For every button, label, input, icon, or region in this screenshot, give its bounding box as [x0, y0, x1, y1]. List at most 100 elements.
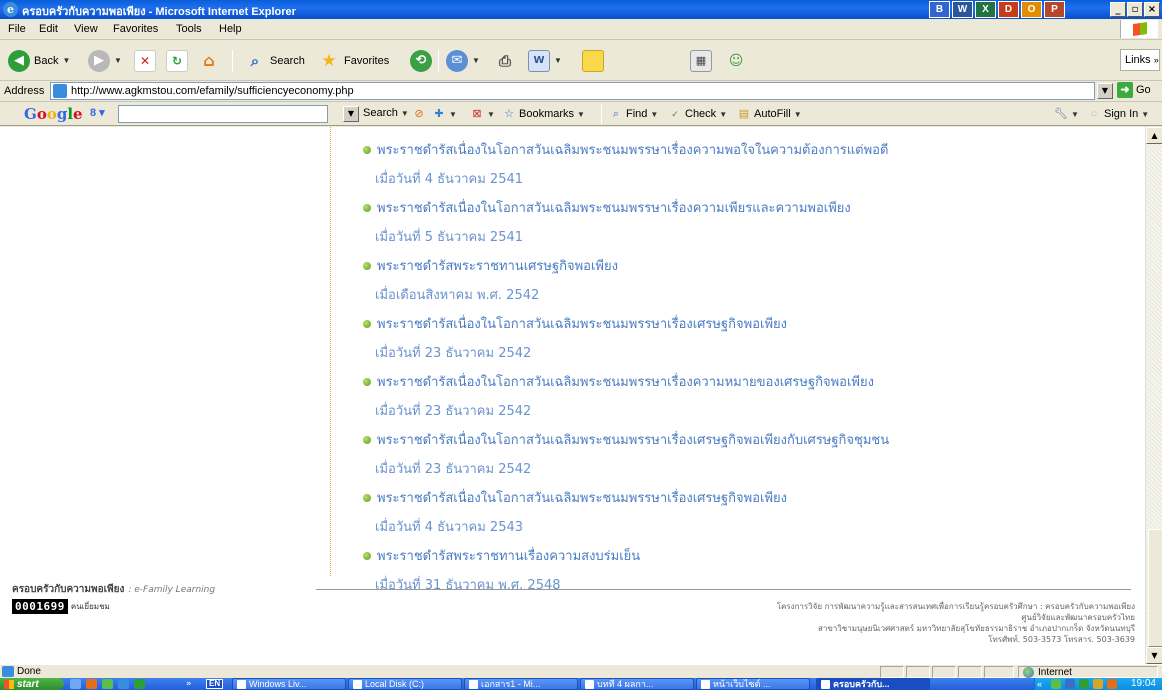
forward-button[interactable]: ▶ ▼	[88, 48, 122, 73]
tool-tray-icon[interactable]	[1093, 679, 1103, 689]
chevron-right-icon[interactable]: »	[186, 678, 192, 690]
speech-link-text[interactable]: พระราชดำรัสเนื่องในโอกาสวันเฉลิมพระชนมพร…	[377, 313, 787, 334]
find-button[interactable]: ⌕ Find ▼	[609, 107, 658, 121]
network-tray-icon[interactable]	[1065, 679, 1075, 689]
news-button[interactable]: ✚ ▼	[432, 107, 457, 121]
speech-link[interactable]: พระราชดำรัสเนื่องในโอกาสวันเฉลิมพระชนมพร…	[363, 309, 1133, 338]
scroll-thumb[interactable]	[1148, 529, 1162, 647]
print-button[interactable]: ⎙	[494, 48, 516, 73]
task-windows-live[interactable]: Windows Liv...	[232, 678, 346, 690]
google-logo[interactable]: Google	[24, 105, 83, 123]
menu-view[interactable]: View	[74, 23, 98, 35]
history-button[interactable]: ⟲	[410, 48, 432, 73]
speech-link[interactable]: พระราชดำรัสเนื่องในโอกาสวันเฉลิมพระชนมพร…	[363, 367, 1133, 396]
close-button[interactable]: ×	[1144, 2, 1160, 17]
spellcheck-button[interactable]: ✓ Check ▼	[668, 107, 727, 121]
clock[interactable]: 19:04	[1131, 678, 1156, 690]
speech-link-text[interactable]: พระราชดำรัสเนื่องในโอกาสวันเฉลิมพระชนมพร…	[377, 139, 888, 160]
task-local-disk[interactable]: Local Disk (C:)	[348, 678, 462, 690]
menu-help[interactable]: Help	[219, 23, 242, 35]
speech-link-text[interactable]: พระราชดำรัสเนื่องในโอกาสวันเฉลิมพระชนมพร…	[377, 487, 787, 508]
task-ie-active[interactable]: ครอบครัวกับ...	[816, 678, 930, 690]
google-search-dropdown[interactable]: ▼	[343, 106, 359, 122]
pagerank-button[interactable]: ⊘	[412, 107, 426, 121]
home-button[interactable]: ⌂	[198, 48, 220, 73]
speech-link-text[interactable]: พระราชดำรัสเนื่องในโอกาสวันเฉลิมพระชนมพร…	[377, 197, 851, 218]
go-button[interactable]: ➜ Go	[1117, 82, 1151, 98]
home-icon: ⌂	[203, 51, 215, 70]
messenger-icon[interactable]	[102, 679, 113, 689]
bullet-icon	[363, 435, 371, 444]
refresh-button[interactable]: ↻	[166, 48, 188, 73]
scroll-down-button[interactable]: ▼	[1146, 647, 1162, 664]
autofill-button[interactable]: ▤ AutoFill ▼	[737, 107, 802, 121]
maximize-button[interactable]: ▫	[1127, 2, 1143, 17]
speech-link-text[interactable]: พระราชดำรัสเนื่องในโอกาสวันเฉลิมพระชนมพร…	[377, 371, 874, 392]
address-dropdown-button[interactable]: ▼	[1097, 83, 1113, 99]
status-cell	[906, 666, 930, 678]
ie-icon[interactable]	[118, 679, 129, 689]
footer-divider	[316, 589, 1131, 590]
task-word-doc-3[interactable]: หน้าเว็บไซต์ ...	[696, 678, 810, 690]
menu-favorites[interactable]: Favorites	[113, 23, 158, 35]
links-toolbar[interactable]: Links »	[1120, 49, 1160, 71]
messenger-tray-icon[interactable]	[1051, 679, 1061, 689]
google-search-button[interactable]: Search ▼	[363, 107, 409, 119]
google-search-field[interactable]	[118, 105, 328, 123]
scroll-up-button[interactable]: ▲	[1146, 127, 1162, 144]
messenger-button[interactable]: ☺	[725, 48, 747, 73]
word-button[interactable]: W	[952, 1, 973, 18]
system-tray: « 19:04	[1034, 678, 1162, 690]
google-menu-icon[interactable]: 8 ▾	[90, 106, 105, 119]
chevron-left-icon[interactable]: «	[1037, 678, 1042, 690]
speech-link[interactable]: พระราชดำรัสเนื่องในโอกาสวันเฉลิมพระชนมพร…	[363, 425, 1133, 454]
media-tray-icon[interactable]	[1079, 679, 1089, 689]
start-button[interactable]: start	[0, 678, 64, 690]
task-label: บทที่ 4 ผลกา...	[597, 679, 654, 689]
stop-button[interactable]: ✕	[134, 48, 156, 73]
speech-link-text[interactable]: พระราชดำรัสพระราชทานเรื่องความสงบร่มเย็น	[377, 545, 640, 566]
speech-link[interactable]: พระราชดำรัสพระราชทานเรื่องความสงบร่มเย็น	[363, 541, 1133, 570]
search-button[interactable]: ⌕ Search	[244, 48, 305, 73]
speech-link[interactable]: พระราชดำรัสเนื่องในโอกาสวันเฉลิมพระชนมพร…	[363, 483, 1133, 512]
media-player-icon[interactable]	[134, 679, 145, 689]
edit-button[interactable]: W ▼	[528, 48, 562, 73]
excel-button[interactable]: X	[975, 1, 996, 18]
mail-button[interactable]: ✉ ▼	[446, 48, 480, 73]
research-button[interactable]: ▦	[690, 48, 712, 73]
address-field[interactable]	[50, 82, 1095, 100]
task-word-doc-1[interactable]: เอกสาร1 - Mi...	[464, 678, 578, 690]
autofill-icon: ▤	[738, 108, 750, 120]
site-brand-subtitle: : e-Family Learning	[128, 584, 216, 595]
app-button-4[interactable]: D	[998, 1, 1019, 18]
address-input[interactable]	[71, 84, 1071, 98]
discuss-button[interactable]	[582, 48, 604, 73]
media-icon[interactable]	[86, 679, 97, 689]
powerpoint-button[interactable]: P	[1044, 1, 1065, 18]
minimize-button[interactable]: _	[1110, 2, 1126, 17]
bookmarks-button[interactable]: ☆ Bookmarks ▼	[502, 107, 585, 121]
speech-link[interactable]: พระราชดำรัสพระราชทานเศรษฐกิจพอเพียง	[363, 251, 1133, 280]
ie-window: e ครอบครัวกับความพอเพียง - Microsoft Int…	[0, 0, 1162, 690]
task-word-doc-2[interactable]: บทที่ 4 ผลกา...	[580, 678, 694, 690]
show-desktop-icon[interactable]	[70, 679, 81, 689]
vertical-scrollbar[interactable]: ▲ ▼	[1145, 127, 1162, 664]
menu-file[interactable]: File	[8, 23, 26, 35]
speech-link-text[interactable]: พระราชดำรัสเนื่องในโอกาสวันเฉลิมพระชนมพร…	[377, 429, 889, 450]
language-indicator[interactable]: EN	[206, 679, 224, 689]
back-button[interactable]: ◀ Back ▼	[8, 48, 70, 73]
settings-button[interactable]: 🔧︎ ▼	[1054, 107, 1079, 121]
outlook-button[interactable]: O	[1021, 1, 1042, 18]
speech-link[interactable]: พระราชดำรัสเนื่องในโอกาสวันเฉลิมพระชนมพร…	[363, 135, 1133, 164]
popup-blocker-button[interactable]: ⊠ ▼	[470, 107, 495, 121]
speech-link-text[interactable]: พระราชดำรัสพระราชทานเศรษฐกิจพอเพียง	[377, 255, 618, 276]
scroll-track[interactable]	[1147, 144, 1162, 647]
pagerank-tray-icon[interactable]	[1107, 679, 1117, 689]
menu-tools[interactable]: Tools	[176, 23, 202, 35]
menu-edit[interactable]: Edit	[39, 23, 58, 35]
sign-in-button[interactable]: ○ Sign In ▼	[1087, 107, 1150, 121]
favorites-button[interactable]: ★ Favorites	[318, 48, 389, 73]
speech-date: เมื่อวันที่ 23 ธันวาคม 2542	[375, 404, 532, 419]
speech-link[interactable]: พระราชดำรัสเนื่องในโอกาสวันเฉลิมพระชนมพร…	[363, 193, 1133, 222]
app-button-1[interactable]: B	[929, 1, 950, 18]
